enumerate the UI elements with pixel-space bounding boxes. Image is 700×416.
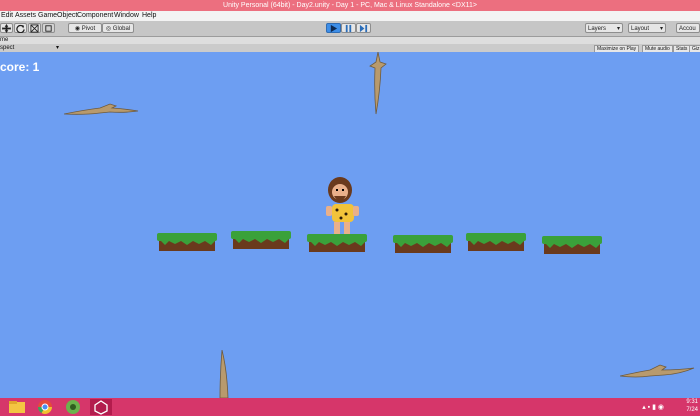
tray-icons[interactable]: ▴ ▪ ▮ ◉ xyxy=(642,403,664,411)
menu-bar: Edit Assets GameObject Component Window … xyxy=(0,11,700,21)
platform xyxy=(466,233,526,251)
clock-date: 7/24 xyxy=(686,407,698,413)
taskbar: ▴ ▪ ▮ ◉ 9:31 7/24 xyxy=(0,398,700,416)
platform xyxy=(393,235,453,253)
pause-icon xyxy=(345,24,352,33)
rotate-icon xyxy=(16,24,25,34)
aspect-dropdown[interactable]: spect xyxy=(0,44,14,52)
pivot-toggle[interactable]: ◉ Pivot xyxy=(68,23,102,33)
move-icon xyxy=(2,24,11,33)
menu-item-edit[interactable]: Edit xyxy=(1,11,13,21)
clock[interactable]: 9:31 7/24 xyxy=(686,398,698,414)
platform xyxy=(307,234,367,252)
account-dropdown[interactable]: Accou xyxy=(676,23,700,33)
pivot-icon: ◉ xyxy=(74,26,81,32)
step-icon xyxy=(359,24,368,33)
clock-time: 9:31 xyxy=(686,399,698,405)
tab-game[interactable]: me xyxy=(0,37,8,44)
menu-item-help[interactable]: Help xyxy=(142,11,156,21)
score-text: core: 1 xyxy=(0,60,40,74)
menu-item-component[interactable]: Component xyxy=(77,11,113,21)
step-button[interactable] xyxy=(356,23,371,33)
pterodactyl-sprite xyxy=(369,52,387,115)
pivot-label: Pivot xyxy=(81,26,96,32)
move-tool-button[interactable] xyxy=(0,23,13,33)
chevron-down-icon: ▾ xyxy=(56,45,60,51)
platform xyxy=(231,231,291,249)
scale-icon xyxy=(30,24,39,33)
pterodactyl-sprite xyxy=(620,364,695,378)
pterodactyl-sprite xyxy=(219,350,229,398)
game-viewport[interactable]: core: 1 xyxy=(0,52,700,399)
window-title: Unity Personal (64bit) - Day2.unity - Da… xyxy=(223,2,477,9)
layers-label: Layers xyxy=(588,26,607,32)
layout-dropdown[interactable]: Layout ▾ xyxy=(628,23,666,33)
layout-label: Layout xyxy=(631,26,650,32)
global-toggle[interactable]: ◎ Global xyxy=(102,23,134,33)
menu-item-assets[interactable]: Assets xyxy=(15,11,36,21)
rect-icon xyxy=(45,25,52,32)
rect-tool-button[interactable] xyxy=(42,23,55,33)
account-label: Accou xyxy=(679,26,696,32)
platform xyxy=(157,233,217,251)
game-view-tab-bar: me xyxy=(0,37,700,44)
chevron-down-icon: ▾ xyxy=(616,26,620,32)
pterodactyl-sprite xyxy=(64,103,139,115)
menu-item-gameobject[interactable]: GameObject xyxy=(38,11,77,21)
rotate-tool-button[interactable] xyxy=(14,23,27,34)
unity-icon[interactable] xyxy=(90,399,112,415)
global-label: Global xyxy=(112,26,131,32)
pause-button[interactable] xyxy=(341,23,356,33)
toolbar: ◉ Pivot ◎ Global Layers ▾ Layout ▾ Accou xyxy=(0,21,700,37)
play-icon xyxy=(330,24,338,33)
globe-icon: ◎ xyxy=(105,26,112,32)
menu-item-window[interactable]: Window xyxy=(114,11,139,21)
scale-tool-button[interactable] xyxy=(28,23,41,33)
window-title-bar: Unity Personal (64bit) - Day2.unity - Da… xyxy=(0,0,700,11)
caveman-sprite xyxy=(326,177,359,234)
chevron-down-icon: ▾ xyxy=(659,26,663,32)
layers-dropdown[interactable]: Layers ▾ xyxy=(585,23,623,33)
play-button[interactable] xyxy=(326,23,341,33)
file-explorer-icon[interactable] xyxy=(6,399,28,415)
chrome-icon[interactable] xyxy=(34,399,56,415)
app-icon[interactable] xyxy=(62,399,84,415)
platform xyxy=(542,236,602,254)
